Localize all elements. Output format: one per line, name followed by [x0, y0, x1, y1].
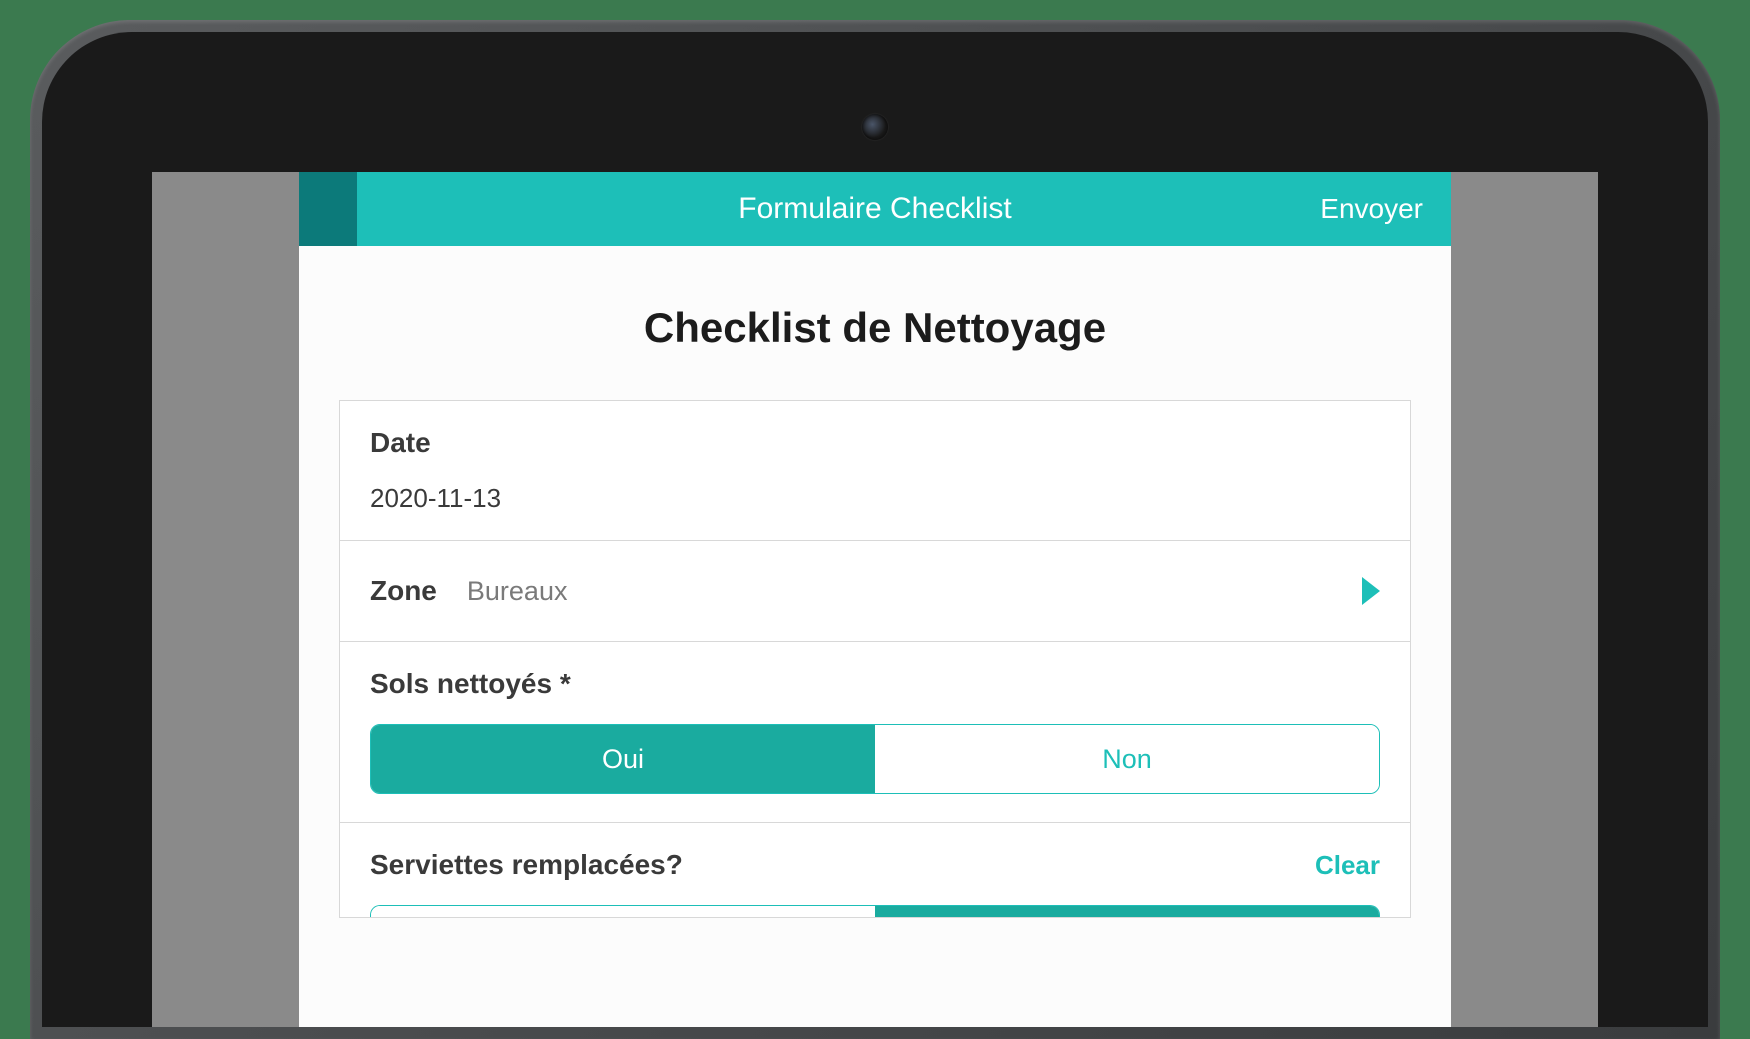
tablet-screen: Formulaire Checklist Envoyer Checklist d… — [152, 172, 1598, 1027]
zone-row[interactable]: Zone Bureaux — [340, 541, 1410, 642]
towels-option-no[interactable] — [875, 906, 1379, 917]
date-label: Date — [370, 427, 1380, 459]
form-modal: Formulaire Checklist Envoyer Checklist d… — [299, 172, 1451, 1027]
floors-label: Sols nettoyés * — [370, 668, 571, 700]
submit-button[interactable]: Envoyer — [1320, 193, 1423, 225]
tablet-bezel-inner: Formulaire Checklist Envoyer Checklist d… — [42, 32, 1708, 1027]
modal-header-corner — [299, 172, 357, 246]
towels-header: Serviettes remplacées? Clear — [370, 849, 1380, 881]
camera-icon — [862, 114, 888, 140]
zone-label: Zone — [370, 575, 437, 607]
date-value: 2020-11-13 — [370, 483, 1380, 514]
towels-row: Serviettes remplacées? Clear — [340, 823, 1410, 917]
date-row[interactable]: Date 2020-11-13 — [340, 401, 1410, 541]
floors-option-no[interactable]: Non — [875, 725, 1379, 793]
towels-label: Serviettes remplacées? — [370, 849, 683, 881]
zone-value: Bureaux — [467, 576, 568, 607]
zone-left: Zone Bureaux — [370, 575, 567, 607]
modal-body: Checklist de Nettoyage Date 2020-11-13 — [299, 246, 1451, 1027]
page-title: Checklist de Nettoyage — [299, 246, 1451, 400]
floors-header: Sols nettoyés * — [370, 668, 1380, 700]
floors-row: Sols nettoyés * Oui Non — [340, 642, 1410, 823]
floors-option-yes[interactable]: Oui — [371, 725, 875, 793]
form-card: Date 2020-11-13 Zone Bureaux — [339, 400, 1411, 918]
modal-overlay: Formulaire Checklist Envoyer Checklist d… — [152, 172, 1598, 1027]
towels-toggle — [370, 905, 1380, 917]
chevron-right-icon — [1362, 577, 1380, 605]
towels-option-yes[interactable] — [371, 906, 875, 917]
clear-button[interactable]: Clear — [1315, 850, 1380, 881]
modal-header: Formulaire Checklist Envoyer — [299, 172, 1451, 246]
modal-title: Formulaire Checklist — [738, 192, 1011, 226]
floors-toggle: Oui Non — [370, 724, 1380, 794]
tablet-bezel-outer: Formulaire Checklist Envoyer Checklist d… — [30, 20, 1720, 1039]
